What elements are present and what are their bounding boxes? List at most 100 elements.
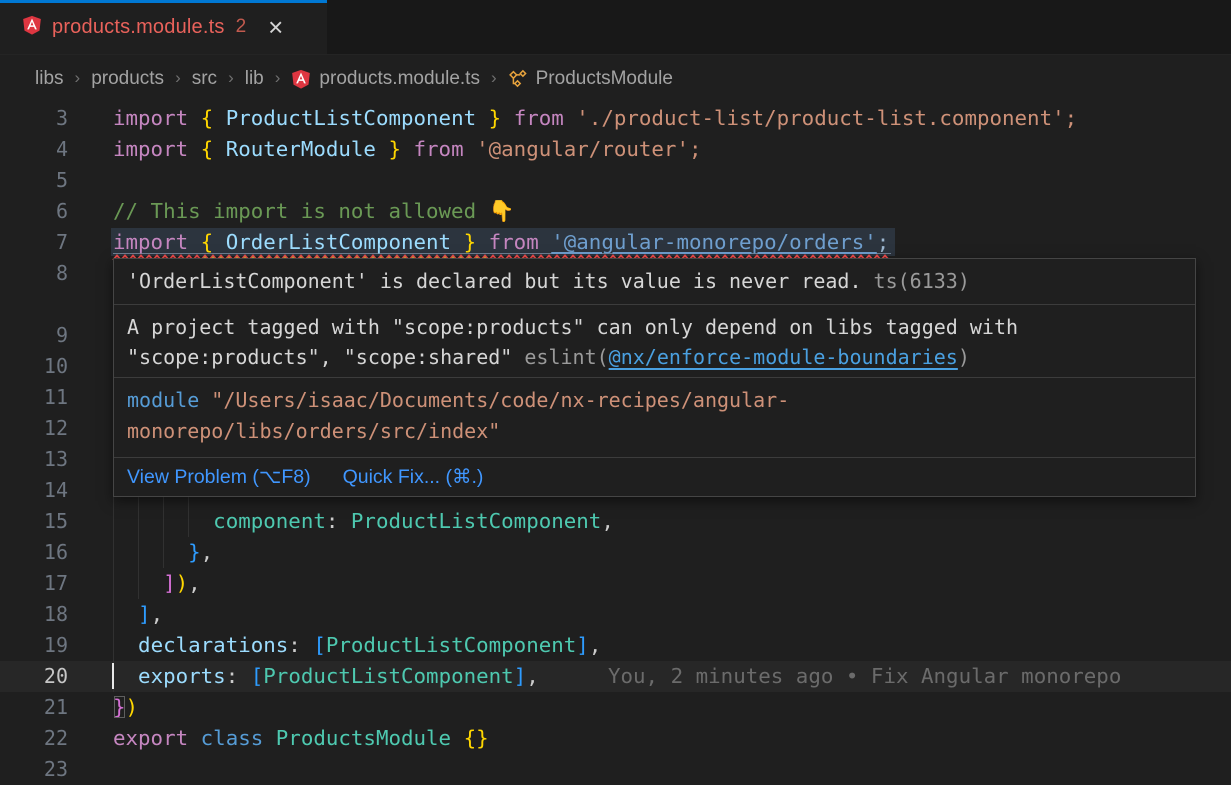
token: ProductsModule	[276, 726, 464, 750]
code-line-6[interactable]: 6 // This import is not allowed 👇	[0, 196, 1231, 227]
token: [	[251, 664, 264, 688]
line-number[interactable]: 9	[0, 320, 68, 351]
hover-action-bar: View Problem (⌥F8) Quick Fix... (⌘.)	[114, 458, 1195, 496]
token: import	[113, 230, 201, 254]
token: }	[113, 695, 126, 719]
code-line-5[interactable]: 5	[0, 165, 1231, 196]
editor-tab-products-module[interactable]: products.module.ts 2 ×	[0, 0, 327, 54]
code-line-22[interactable]: 22export class ProductsModule {}	[0, 723, 1231, 754]
token: ,	[601, 509, 614, 533]
line-number[interactable]: 23	[0, 754, 68, 785]
chevron-right-icon: ›	[75, 68, 81, 88]
token	[113, 571, 163, 595]
code-line-4[interactable]: 4import { RouterModule } from '@angular/…	[0, 134, 1231, 165]
code-text: ],	[113, 599, 163, 630]
breadcrumb-item-src[interactable]: src	[192, 68, 217, 90]
breadcrumb-item-products-module-ts[interactable]: products.module.ts	[291, 68, 480, 90]
line-number[interactable]: 11	[0, 382, 68, 413]
breadcrumb-item-libs[interactable]: libs	[35, 68, 64, 90]
token: '@angular/router'	[476, 137, 689, 161]
token: OrderListComponent	[226, 230, 451, 254]
token: {}	[464, 726, 489, 750]
code-text: // This import is not allowed 👇	[113, 196, 515, 227]
token: ProductListComponent	[226, 106, 476, 130]
token: :	[226, 664, 251, 688]
token: )	[126, 695, 139, 719]
token: ]	[138, 602, 151, 626]
token: }	[376, 137, 414, 161]
code-line-16[interactable]: 16 },	[0, 537, 1231, 568]
hover-module-info: module "/Users/isaac/Documents/code/nx-r…	[114, 378, 1195, 458]
line-number[interactable]: 19	[0, 630, 68, 661]
tab-bar: products.module.ts 2 ×	[0, 0, 1231, 55]
line-number[interactable]: 3	[0, 103, 68, 134]
token: ]	[576, 633, 589, 657]
token	[113, 602, 138, 626]
token: ,	[589, 633, 602, 657]
line-number[interactable]: 7	[0, 227, 68, 258]
token: 👇	[489, 199, 515, 223]
code-line-15[interactable]: 15 component: ProductListComponent,	[0, 506, 1231, 537]
view-problem-action[interactable]: View Problem (⌥F8)	[127, 462, 311, 492]
eslint-message-line1: A project tagged with "scope:products" c…	[127, 315, 1018, 339]
line-number[interactable]: 10	[0, 351, 68, 382]
eslint-rule-link[interactable]: @nx/enforce-module-boundaries	[609, 345, 958, 369]
line-number[interactable]: 17	[0, 568, 68, 599]
breadcrumb-label: products	[91, 68, 164, 90]
token: ;	[1065, 106, 1078, 130]
close-icon[interactable]: ×	[264, 17, 287, 37]
tab-problems-badge: 2	[236, 16, 247, 38]
line-number[interactable]: 6	[0, 196, 68, 227]
line-number[interactable]: 14	[0, 475, 68, 506]
token: ProductListComponent	[351, 509, 601, 533]
line-number[interactable]: 5	[0, 165, 68, 196]
ts-diagnostic-message: 'OrderListComponent' is declared but its…	[127, 269, 862, 293]
token: from	[514, 106, 577, 130]
token: ;	[689, 137, 702, 161]
chevron-right-icon: ›	[491, 68, 497, 88]
line-number[interactable]: 8	[0, 258, 68, 289]
breadcrumb-label: libs	[35, 68, 64, 90]
code-line-20[interactable]: 20 exports: [ProductListComponent],You, …	[0, 661, 1231, 692]
code-line-7[interactable]: 7import { OrderListComponent } from '@an…	[0, 227, 1231, 258]
code-line-18[interactable]: 18 ],	[0, 599, 1231, 630]
quick-fix-action[interactable]: Quick Fix... (⌘.)	[343, 462, 484, 492]
breadcrumb-item-lib[interactable]: lib	[245, 68, 264, 90]
line-number[interactable]: 20	[0, 661, 68, 692]
line-number[interactable]: 22	[0, 723, 68, 754]
code-text: })	[113, 692, 138, 723]
breadcrumb-item-products[interactable]: products	[91, 68, 164, 90]
code-line-3[interactable]: 3import { ProductListComponent } from '.…	[0, 103, 1231, 134]
token: {	[201, 106, 226, 130]
line-number[interactable]: 12	[0, 413, 68, 444]
token: exports	[138, 664, 226, 688]
token	[113, 633, 138, 657]
code-text: component: ProductListComponent,	[113, 506, 614, 537]
token: }	[451, 230, 489, 254]
hover-ts-diagnostic: 'OrderListComponent' is declared but its…	[114, 259, 1195, 305]
module-path-line1: "/Users/isaac/Documents/code/nx-recipes/…	[199, 388, 789, 412]
token: declarations	[138, 633, 288, 657]
token: from	[489, 230, 552, 254]
angular-icon	[22, 15, 42, 40]
code-line-21[interactable]: 21})	[0, 692, 1231, 723]
code-line-17[interactable]: 17 ]),	[0, 568, 1231, 599]
token: :	[288, 633, 313, 657]
code-line-23[interactable]: 23	[0, 754, 1231, 785]
code-text: },	[113, 537, 213, 568]
angular-icon	[291, 69, 311, 89]
breadcrumb-item-productsmodule[interactable]: ProductsModule	[508, 68, 673, 90]
line-number[interactable]: 15	[0, 506, 68, 537]
eslint-source-open: eslint(	[524, 345, 608, 369]
token: }	[476, 106, 514, 130]
line-number[interactable]: 18	[0, 599, 68, 630]
token	[113, 540, 188, 564]
line-number[interactable]: 16	[0, 537, 68, 568]
line-number[interactable]: 21	[0, 692, 68, 723]
token: ,	[526, 664, 539, 688]
ts-diagnostic-code: ts(6133)	[862, 269, 970, 293]
code-line-19[interactable]: 19 declarations: [ProductListComponent],	[0, 630, 1231, 661]
line-number[interactable]: 4	[0, 134, 68, 165]
line-number[interactable]: 13	[0, 444, 68, 475]
breadcrumb-label: ProductsModule	[536, 68, 673, 90]
